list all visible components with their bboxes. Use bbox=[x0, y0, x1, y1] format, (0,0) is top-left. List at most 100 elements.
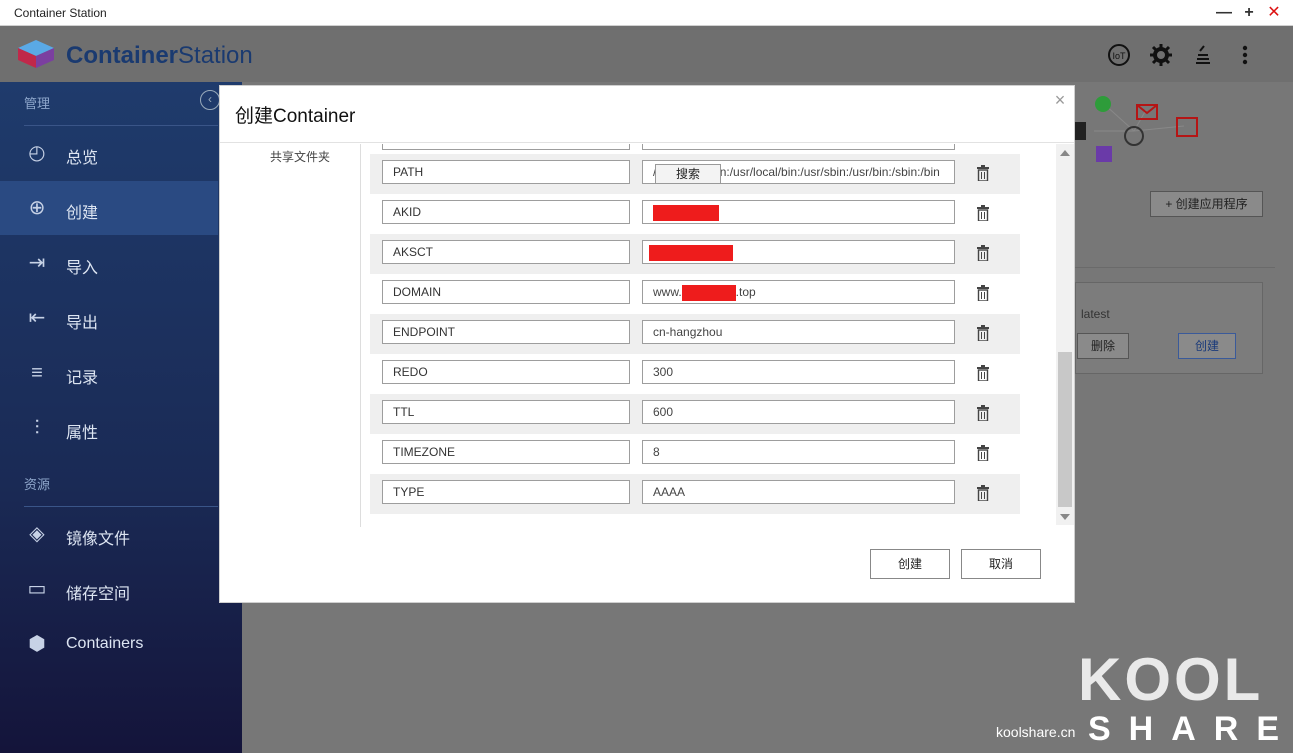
sidebar-item-import[interactable]: ⇥ 导入 bbox=[0, 236, 218, 290]
layers-icon: ◈ bbox=[29, 523, 45, 545]
image-tag: latest bbox=[1081, 307, 1110, 321]
trash-icon[interactable] bbox=[976, 205, 990, 221]
env-row: TYPE AAAA bbox=[370, 474, 1020, 514]
more-vert-icon[interactable] bbox=[1232, 43, 1258, 69]
create-button[interactable]: 创建 bbox=[870, 549, 950, 579]
env-key-field[interactable]: DOMAIN bbox=[382, 280, 630, 304]
music-icon bbox=[1096, 146, 1112, 162]
scroll-down-icon[interactable] bbox=[1060, 514, 1070, 520]
minimize-button[interactable]: — bbox=[1213, 3, 1235, 23]
sliders-icon: ⫶ bbox=[34, 417, 40, 439]
divider bbox=[1075, 267, 1275, 268]
sidebar-section-manage: 管理 bbox=[24, 96, 51, 111]
env-value-field[interactable] bbox=[642, 200, 955, 224]
sidebar-item-label: 导入 bbox=[66, 260, 99, 277]
env-key-field[interactable] bbox=[382, 144, 630, 150]
sidebar-item-overview[interactable]: ◴ 总览 bbox=[0, 126, 218, 180]
env-value-field[interactable]: 300 bbox=[642, 360, 955, 384]
app-icons-cluster bbox=[1074, 96, 1198, 162]
env-row: ENDPOINT cn-hangzhou bbox=[370, 314, 1020, 354]
sidebar-section-resources: 资源 bbox=[24, 477, 51, 492]
trash-icon[interactable] bbox=[976, 445, 990, 461]
env-key-field[interactable]: TIMEZONE bbox=[382, 440, 630, 464]
sidebar-item-label: 储存空间 bbox=[66, 586, 131, 603]
sidebar-item-storage[interactable]: ▭ 储存空间 bbox=[0, 562, 218, 616]
env-value-field[interactable]: 8 bbox=[642, 440, 955, 464]
sidebar-item-label: 创建 bbox=[66, 205, 99, 222]
sidebar-item-images[interactable]: ◈ 镜像文件 bbox=[0, 507, 218, 561]
sidebar-item-label: 总览 bbox=[66, 150, 99, 167]
env-key-field[interactable]: PATH bbox=[382, 160, 630, 184]
sidebar: 管理 ‹ ◴ 总览 ⊕ 创建 ⇥ 导入 ⇤ 导出 ≡ 记录 ⫶ 属性 资源 ◈ … bbox=[0, 82, 242, 753]
trash-icon[interactable] bbox=[976, 405, 990, 421]
export-icon: ⇤ bbox=[28, 307, 46, 329]
env-key-field[interactable]: ENDPOINT bbox=[382, 320, 630, 344]
env-value-field[interactable]: cn-hangzhou bbox=[642, 320, 955, 344]
redaction-mark bbox=[653, 204, 719, 221]
chat-icon bbox=[1095, 96, 1111, 112]
close-window-button[interactable]: ✕ bbox=[1263, 3, 1285, 23]
trash-icon[interactable] bbox=[976, 365, 990, 381]
sidebar-item-log[interactable]: ≡ 记录 bbox=[0, 346, 218, 400]
env-row: TTL 600 bbox=[370, 394, 1020, 434]
trash-icon[interactable] bbox=[976, 165, 990, 181]
delete-image-button[interactable]: 删除 bbox=[1077, 333, 1129, 359]
container-station-logo bbox=[18, 40, 54, 68]
redaction-mark bbox=[681, 284, 736, 301]
calendar-icon bbox=[1176, 117, 1198, 137]
dialog-header-divider bbox=[220, 142, 1074, 143]
env-key-field[interactable]: TYPE bbox=[382, 480, 630, 504]
trash-icon[interactable] bbox=[976, 325, 990, 341]
env-row: TIMEZONE 8 bbox=[370, 434, 1020, 474]
image-card: latest 删除 创建 bbox=[1075, 282, 1263, 374]
compass-icon bbox=[1124, 126, 1144, 146]
env-value-field[interactable] bbox=[642, 144, 955, 150]
trash-icon[interactable] bbox=[976, 285, 990, 301]
env-value-field[interactable]: 600 bbox=[642, 400, 955, 424]
env-row: AKSCT bbox=[370, 234, 1020, 274]
svg-text:IoT: IoT bbox=[1112, 51, 1126, 61]
scroll-up-icon[interactable] bbox=[1060, 150, 1070, 156]
env-key-field[interactable]: AKSCT bbox=[382, 240, 630, 264]
trash-icon[interactable] bbox=[976, 245, 990, 261]
iot-icon[interactable]: IoT bbox=[1106, 43, 1132, 69]
cancel-button[interactable]: 取消 bbox=[961, 549, 1041, 579]
env-value-field[interactable] bbox=[642, 240, 955, 264]
dialog-title: 创建Container bbox=[235, 106, 356, 127]
shared-folder-label: 共享文件夹 bbox=[270, 150, 331, 164]
sidebar-item-label: Containers bbox=[66, 635, 144, 652]
scrollbar-thumb[interactable] bbox=[1058, 352, 1072, 507]
sidebar-item-export[interactable]: ⇤ 导出 bbox=[0, 291, 218, 345]
sidebar-item-containers[interactable]: ⬢ Containers bbox=[0, 617, 218, 671]
gear-icon[interactable] bbox=[1148, 43, 1174, 69]
sidebar-item-label: 属性 bbox=[66, 425, 99, 442]
watermark-subtitle: SHARE bbox=[1088, 710, 1293, 748]
sidebar-item-label: 导出 bbox=[66, 315, 99, 332]
film-icon bbox=[1074, 122, 1086, 140]
dashboard-icon: ◴ bbox=[28, 142, 46, 164]
search-button[interactable]: 搜索 bbox=[655, 164, 721, 184]
env-value-field[interactable]: AAAA bbox=[642, 480, 955, 504]
env-value-field[interactable]: www. .top bbox=[642, 280, 955, 304]
maximize-button[interactable]: + bbox=[1238, 3, 1260, 23]
cube-icon: ⬢ bbox=[28, 633, 46, 655]
watermark-logo: KOOL bbox=[1078, 646, 1264, 713]
create-app-button[interactable]: + 创建应用程序 bbox=[1150, 191, 1263, 217]
close-icon[interactable]: × bbox=[1052, 91, 1068, 109]
sidebar-item-label: 镜像文件 bbox=[66, 531, 131, 548]
sidebar-item-create[interactable]: ⊕ 创建 bbox=[0, 181, 218, 235]
dialog-column-divider bbox=[360, 144, 361, 527]
stack-icon[interactable] bbox=[1190, 43, 1216, 69]
create-container-button[interactable]: 创建 bbox=[1178, 333, 1236, 359]
env-row: DOMAIN www. .top bbox=[370, 274, 1020, 314]
env-key-field[interactable]: REDO bbox=[382, 360, 630, 384]
trash-icon[interactable] bbox=[976, 485, 990, 501]
env-key-field[interactable]: AKID bbox=[382, 200, 630, 224]
dialog-scrollbar[interactable] bbox=[1056, 144, 1074, 525]
window-title: Container Station bbox=[14, 6, 107, 20]
sidebar-item-properties[interactable]: ⫶ 属性 bbox=[0, 401, 218, 455]
env-row: REDO 300 bbox=[370, 354, 1020, 394]
env-key-field[interactable]: TTL bbox=[382, 400, 630, 424]
collapse-sidebar-icon[interactable]: ‹ bbox=[200, 90, 220, 110]
window-titlebar: Container Station — + ✕ bbox=[0, 0, 1293, 26]
